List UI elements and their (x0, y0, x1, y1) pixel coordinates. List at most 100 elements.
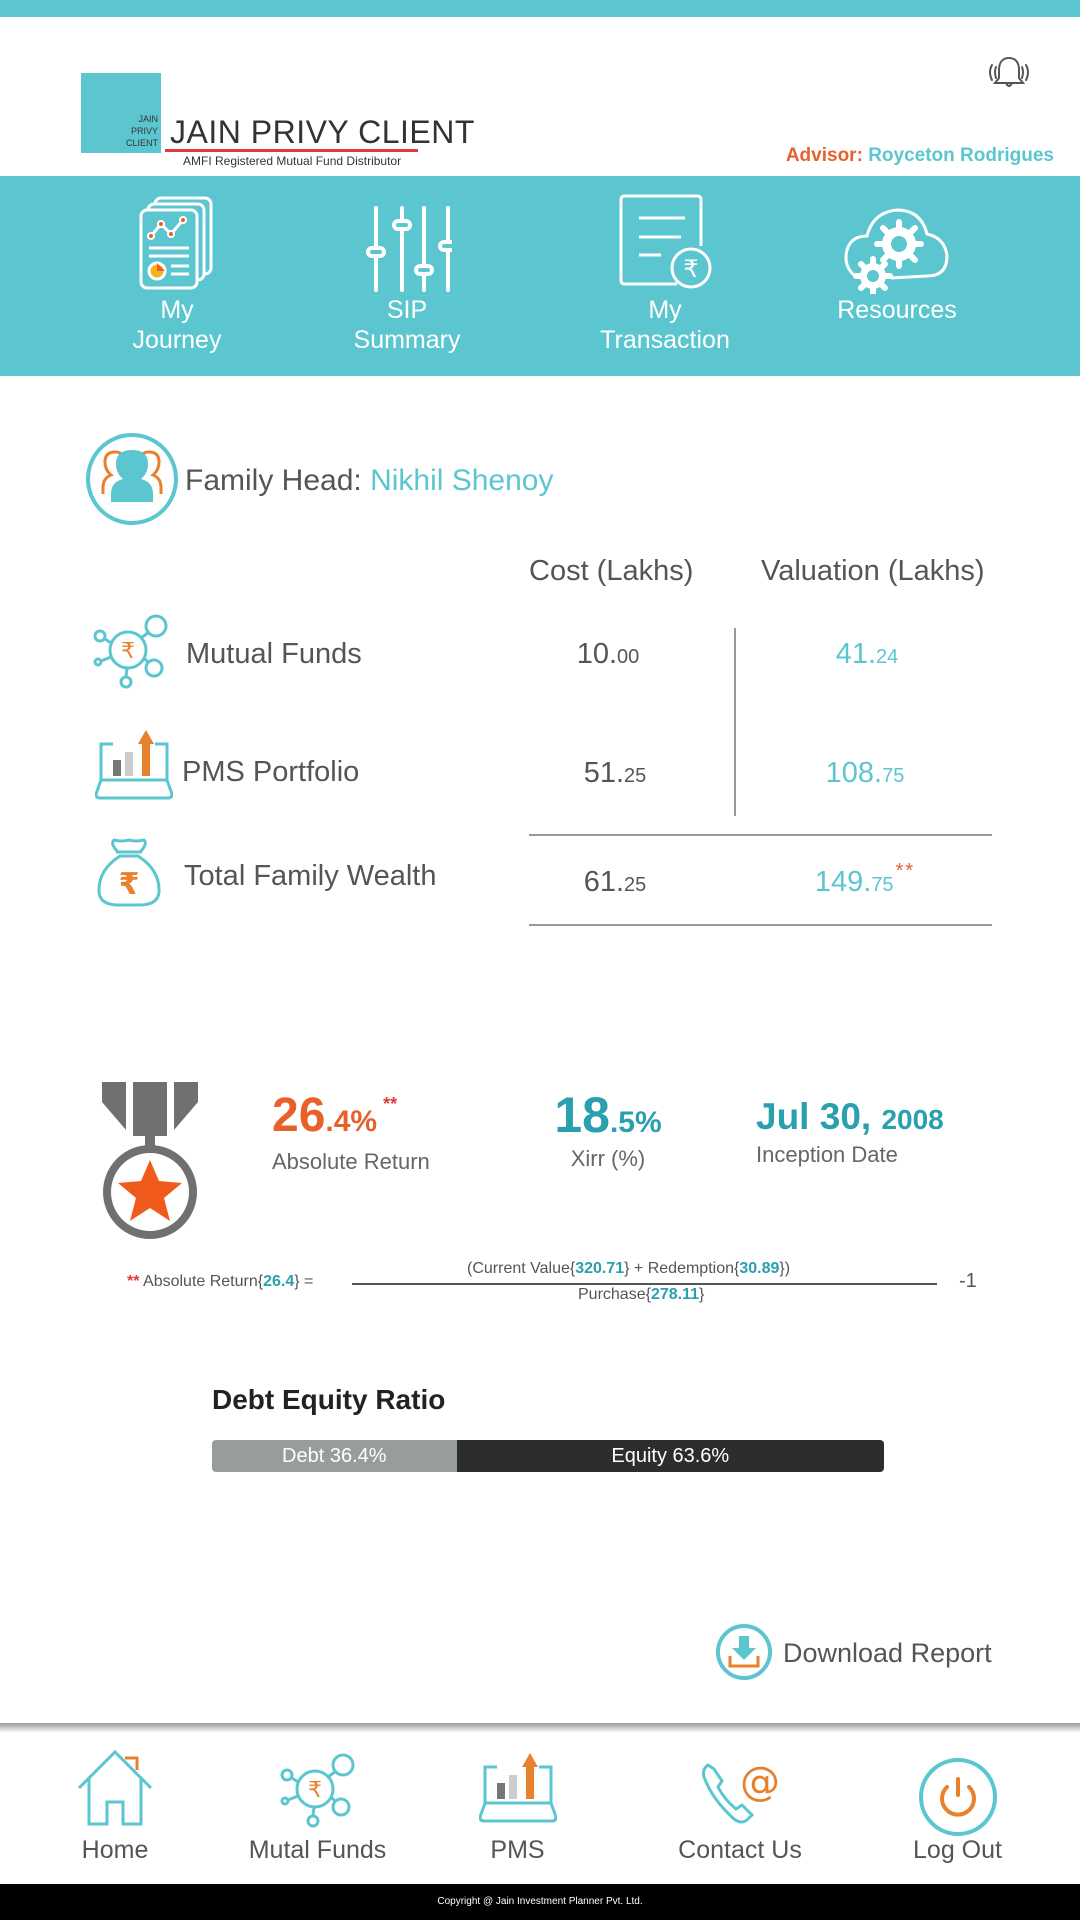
svg-text:@: @ (740, 1759, 780, 1805)
pms-laptop-chart-icon (95, 730, 173, 800)
advisor-label: Advisor: (785, 145, 863, 166)
redemption-value: 30.89 (739, 1260, 780, 1277)
inception-date-stat: Jul 30, 2008 Inception Date (756, 1096, 944, 1168)
formula-text: }) (779, 1260, 791, 1277)
nav-label: Resources (837, 296, 957, 324)
holding-label: Total Family Wealth (184, 860, 437, 892)
formula-lhs: ** Absolute Return{26.4} = (127, 1273, 313, 1291)
holding-label: PMS Portfolio (182, 756, 360, 788)
val-int: 41. (835, 638, 877, 670)
report-chart-icon (139, 196, 213, 290)
holding-cost: 51.25 (515, 757, 715, 790)
total-divider-bottom (529, 924, 992, 926)
debt-equity-bar: Debt 36.4% Equity 63.6% (212, 1440, 884, 1472)
bottom-nav-label: Contact Us (678, 1836, 802, 1864)
inception-year: 2008 (881, 1104, 944, 1135)
value-dec: .5% (609, 1106, 662, 1139)
val-dec: 75 (871, 874, 894, 896)
nav-label: Journey (132, 326, 222, 354)
pms-laptop-chart-icon (478, 1753, 557, 1823)
formula-text: Purchase{ (578, 1286, 651, 1303)
footnote-marker: ** (383, 1094, 398, 1114)
nav-label: Transaction (600, 326, 730, 354)
formula-numerator: (Current Value{320.71} + Redemption{30.8… (467, 1260, 790, 1278)
absolute-return-formula: ** Absolute Return{26.4} = (Current Valu… (127, 1260, 987, 1308)
advisor-name[interactable]: Royceton Rodrigues (868, 145, 1054, 166)
bottom-nav-label: Mutal Funds (248, 1836, 387, 1864)
family-group-icon (86, 433, 178, 525)
svg-text:₹: ₹ (121, 639, 135, 664)
nav-my-journey[interactable]: My Journey (77, 176, 277, 376)
holding-valuation: 149.75** (765, 860, 965, 899)
cost-dec: 25 (624, 765, 647, 787)
nav-label: My (160, 296, 194, 324)
column-header-valuation: Valuation (Lakhs) (761, 555, 985, 587)
logo-mark: JAIN PRIVY CLIENT (81, 73, 161, 153)
formula-text: Absolute Return{ (143, 1273, 264, 1290)
nav-my-transaction[interactable]: ₹ My Transaction (565, 176, 765, 376)
fraction-line (352, 1283, 937, 1285)
column-divider (734, 628, 736, 816)
val-int: 149. (814, 866, 872, 898)
download-report-label: Download Report (783, 1638, 992, 1668)
column-header-cost: Cost (Lakhs) (529, 555, 694, 587)
bell-ringing-icon[interactable] (984, 53, 1034, 93)
bottom-nav-pms[interactable]: PMS (450, 1733, 585, 1884)
bottom-nav-label: Log Out (913, 1836, 1002, 1864)
val-dec: 75 (882, 765, 905, 787)
absolute-return-label: Absolute Return (272, 1149, 430, 1174)
medal-star-icon (102, 1082, 198, 1239)
absolute-return-value: 26.4%** (272, 1088, 430, 1143)
app-header: JAIN PRIVY CLIENT JAIN PRIVY CLIENT AMFI… (0, 17, 1080, 176)
inception-date: Jul 30, (756, 1096, 872, 1137)
bottom-nav-log-out[interactable]: Log Out (880, 1733, 1035, 1884)
nav-resources[interactable]: Resources (797, 176, 997, 376)
formula-text: } = (294, 1273, 314, 1290)
bottom-nav-contact-us[interactable]: @ Contact Us (660, 1733, 820, 1884)
absolute-return-stat: 26.4%** Absolute Return (272, 1088, 430, 1175)
cloud-gears-icon (844, 208, 949, 294)
nav-sip-summary[interactable]: SIP Summary (307, 176, 507, 376)
power-icon (918, 1758, 997, 1836)
bottom-nav-home[interactable]: Home (45, 1733, 185, 1884)
cost-dec: 25 (624, 874, 647, 896)
money-bag-icon: ₹ (97, 838, 161, 907)
top-strip (0, 0, 1080, 17)
nav-label: Summary (353, 326, 461, 354)
val-dec: 24 (876, 646, 899, 668)
nav-label: My (648, 296, 682, 324)
formula-tail: -1 (959, 1270, 977, 1292)
xirr-label: Xirr (%) (570, 1146, 646, 1171)
svg-text:₹: ₹ (119, 867, 140, 902)
family-head-name[interactable]: Nikhil Shenoy (370, 464, 553, 497)
value-dec: .4% (325, 1105, 378, 1138)
home-icon (77, 1749, 153, 1826)
copyright-footer: Copyright @ Jain Investment Planner Pvt.… (0, 1884, 1080, 1920)
top-nav: My Journey SIP Summary ₹ My Transaction (0, 176, 1080, 376)
bottom-nav-mutual-funds[interactable]: ₹ Mutal Funds (225, 1733, 410, 1884)
bottom-nav-shadow (0, 1723, 1080, 1733)
bottom-nav: Home ₹ Mutal Funds PMS @ Contact Us Log … (0, 1733, 1080, 1884)
footnote-marker: ** (127, 1273, 140, 1290)
svg-text:₹: ₹ (308, 1778, 322, 1803)
advisor-info: Advisor: Royceton Rodrigues (786, 145, 1054, 167)
cost-dec: 00 (617, 646, 640, 668)
logo-subtitle: AMFI Registered Mutual Fund Distributor (183, 154, 402, 168)
inception-date-label: Inception Date (756, 1142, 898, 1167)
total-divider-top (529, 834, 992, 836)
holding-label: Mutual Funds (186, 638, 362, 670)
xirr-value: 18.5% (552, 1086, 664, 1144)
debt-segment: Debt 36.4% (212, 1440, 457, 1472)
formula-value: 26.4 (263, 1273, 295, 1290)
bottom-nav-label: Home (81, 1836, 149, 1864)
logo-mini-line: PRIVY (130, 126, 158, 136)
value-int: 18 (554, 1087, 610, 1143)
equity-segment: Equity 63.6% (456, 1440, 884, 1472)
bottom-nav-label: PMS (490, 1836, 545, 1864)
purchase-value: 278.11 (650, 1286, 699, 1303)
mutual-funds-icon: ₹ (280, 1753, 354, 1828)
family-head-label: Family Head: (185, 464, 362, 497)
formula-text: } (699, 1286, 705, 1303)
phone-at-icon: @ (702, 1759, 780, 1824)
logo-mini-line: JAIN (138, 114, 158, 124)
